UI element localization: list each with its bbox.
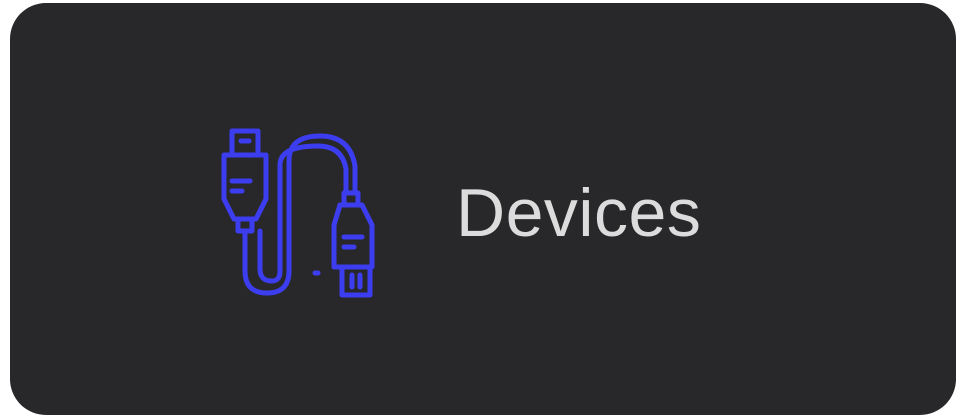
devices-tile[interactable]: Devices [10, 3, 956, 415]
usb-cable-icon [221, 128, 375, 298]
devices-label: Devices [456, 175, 702, 251]
